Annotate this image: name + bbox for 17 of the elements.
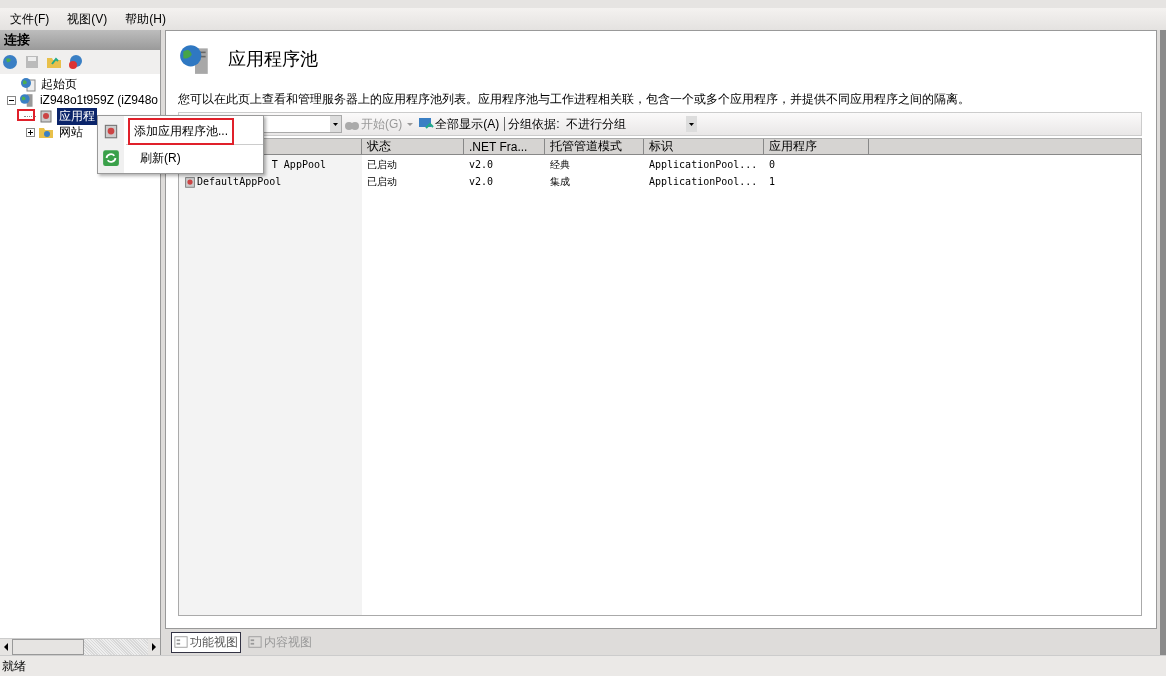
table-cell: v2.0 bbox=[469, 176, 494, 187]
table-cell: 已启动 bbox=[367, 174, 397, 189]
table-cell: 经典 bbox=[550, 157, 570, 172]
table-cell: ApplicationPool... bbox=[649, 159, 758, 170]
group-by-label: 分组依据: bbox=[508, 115, 560, 133]
table-cell: 0 bbox=[769, 159, 776, 170]
page-title: 应用程序池 bbox=[228, 48, 318, 71]
table-cell: T AppPool bbox=[271, 159, 326, 170]
table-cell: 已启动 bbox=[367, 157, 397, 172]
table-cell: DefaultAppPool bbox=[197, 176, 282, 187]
panel-header: 连接 bbox=[0, 30, 160, 50]
table-cell: ApplicationPool... bbox=[649, 176, 758, 187]
table-cell: 集成 bbox=[550, 174, 570, 189]
status-text: 就绪 bbox=[0, 655, 1166, 676]
table-cell: 1 bbox=[769, 176, 776, 187]
table-cell: v2.0 bbox=[469, 159, 494, 170]
description: 您可以在此页上查看和管理服务器上的应用程序池列表。应用程序池与工作进程相关联，包含一个或多个应用程序，并提供不同应用程序之间的隔离。 bbox=[178, 91, 971, 108]
